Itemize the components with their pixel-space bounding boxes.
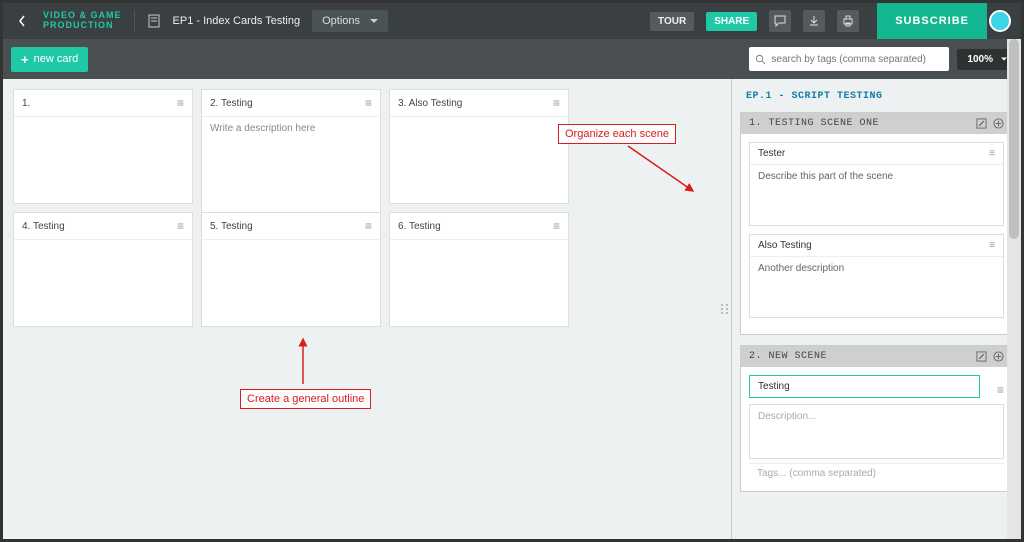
scene-card[interactable]: Also Testing ≡ Another description	[749, 234, 1004, 318]
scene-card-body: Another description	[750, 257, 1003, 317]
script-panel: EP.1 - SCRIPT TESTING 1. TESTING SCENE O…	[731, 79, 1021, 539]
scene-header-title: 2. NEW SCENE	[749, 351, 827, 362]
card-title: 3. Also Testing	[398, 98, 462, 109]
scene-card-body: Describe this part of the scene	[750, 165, 1003, 225]
share-button[interactable]: SHARE	[706, 12, 757, 31]
scene-add-icon[interactable]	[993, 118, 1004, 129]
plus-icon: +	[21, 53, 29, 66]
logo: VIDEO & GAME PRODUCTION	[43, 11, 122, 31]
search-input[interactable]	[771, 54, 943, 65]
scene-header-title: 1. TESTING SCENE ONE	[749, 118, 879, 129]
tour-button[interactable]: TOUR	[650, 12, 694, 31]
index-card[interactable]: 5. Testing ≡	[201, 212, 381, 327]
panel-resize-handle[interactable]	[719, 79, 731, 539]
scene-description-input[interactable]: Description...	[749, 404, 1004, 459]
card-menu-icon[interactable]: ≡	[989, 148, 995, 159]
card-title: 2. Testing	[210, 98, 253, 109]
scene-edit-icon[interactable]	[976, 351, 987, 362]
divider	[134, 11, 135, 31]
new-card-label: new card	[34, 53, 79, 65]
card-body	[390, 117, 568, 203]
index-card[interactable]: 4. Testing ≡	[13, 212, 193, 327]
index-card[interactable]: 3. Also Testing ≡	[389, 89, 569, 204]
index-card[interactable]: 6. Testing ≡	[389, 212, 569, 327]
index-card[interactable]: 1. ≡	[13, 89, 193, 204]
scene-card-title: Tester	[758, 148, 785, 159]
scene-edit-icon[interactable]	[976, 118, 987, 129]
vertical-scrollbar[interactable]	[1007, 39, 1021, 539]
scene-block: 2. NEW SCENE Testing ≡ Description... Ta…	[740, 345, 1013, 492]
card-menu-icon[interactable]: ≡	[177, 96, 184, 110]
annotation-outline: Create a general outline	[240, 389, 371, 409]
card-title: 4. Testing	[22, 221, 65, 232]
script-title: EP.1 - SCRIPT TESTING	[740, 87, 1013, 112]
subscribe-button[interactable]: SUBSCRIBE	[877, 3, 987, 39]
scene-title-input[interactable]: Testing	[749, 375, 980, 398]
search-box[interactable]	[749, 47, 949, 71]
card-menu-icon[interactable]: ≡	[365, 96, 372, 110]
card-body	[14, 117, 192, 203]
scene-block: 1. TESTING SCENE ONE Tester ≡ Describe t…	[740, 112, 1013, 335]
scrollbar-thumb[interactable]	[1009, 39, 1019, 239]
card-menu-icon[interactable]: ≡	[177, 219, 184, 233]
card-title: 1.	[22, 98, 30, 109]
card-menu-icon[interactable]: ≡	[553, 96, 560, 110]
annotation-arrow	[623, 141, 703, 201]
card-menu-icon[interactable]: ≡	[989, 240, 995, 251]
card-body	[390, 240, 568, 326]
card-title: 5. Testing	[210, 221, 253, 232]
card-menu-icon[interactable]: ≡	[553, 219, 560, 233]
zoom-dropdown[interactable]: 100%	[957, 49, 1013, 70]
card-menu-icon[interactable]: ≡	[997, 383, 1004, 397]
options-dropdown[interactable]: Options	[312, 10, 388, 32]
print-icon[interactable]	[837, 10, 859, 32]
card-body	[14, 240, 192, 326]
download-icon[interactable]	[803, 10, 825, 32]
document-title: EP1 - Index Cards Testing	[173, 15, 301, 27]
document-icon	[147, 14, 161, 28]
comment-icon[interactable]	[769, 10, 791, 32]
annotation-arrow	[293, 334, 313, 389]
scene-card[interactable]: Tester ≡ Describe this part of the scene	[749, 142, 1004, 226]
card-menu-icon[interactable]: ≡	[365, 219, 372, 233]
card-body: Write a description here	[202, 117, 380, 214]
scene-card-title: Also Testing	[758, 240, 812, 251]
card-body	[202, 240, 380, 326]
avatar[interactable]	[989, 10, 1011, 32]
scene-tags-input[interactable]: Tags... (comma separated)	[749, 463, 1004, 483]
card-title: 6. Testing	[398, 221, 441, 232]
scene-add-icon[interactable]	[993, 351, 1004, 362]
new-card-button[interactable]: + new card	[11, 47, 88, 72]
search-icon	[755, 54, 766, 65]
back-button[interactable]	[13, 12, 31, 30]
card-board: 1. ≡ 2. Testing ≡ Write a description he…	[3, 79, 719, 539]
